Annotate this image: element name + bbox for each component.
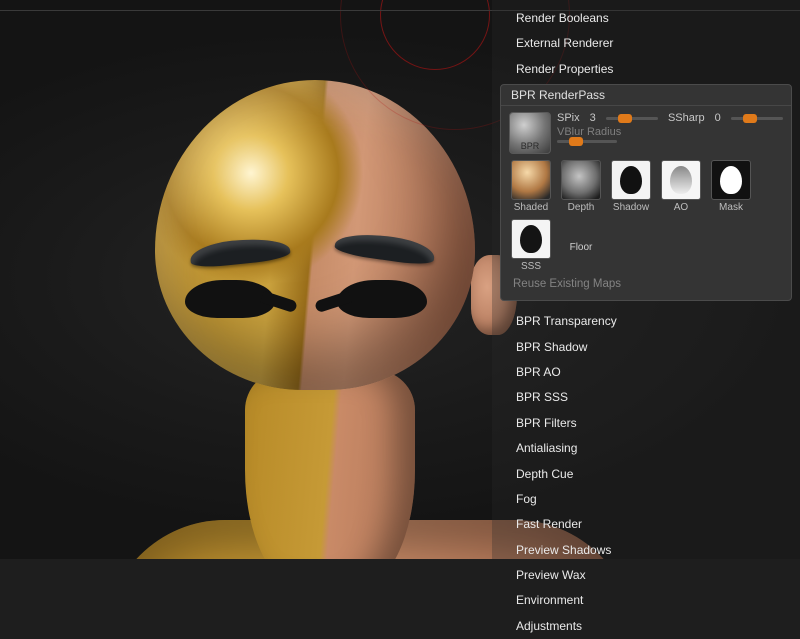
vblur-label: VBlur Radius	[557, 126, 621, 138]
pass-mask[interactable]: Mask	[709, 160, 753, 213]
menu-adjustments[interactable]: Adjustments	[492, 614, 800, 639]
pass-sss[interactable]: SSS	[509, 219, 553, 272]
menu-preview-wax[interactable]: Preview Wax	[492, 563, 800, 588]
shadow-thumb-icon	[611, 160, 651, 200]
ssharp-label: SSharp	[668, 112, 705, 124]
menu-bpr-ao[interactable]: BPR AO	[492, 360, 800, 385]
pass-label: Floor	[570, 242, 593, 253]
menu-depth-cue[interactable]: Depth Cue	[492, 462, 800, 487]
pass-shaded[interactable]: Shaded	[509, 160, 553, 213]
pass-label: Shadow	[613, 202, 649, 213]
spix-label: SPix	[557, 112, 580, 124]
menu-antialiasing[interactable]: Antialiasing	[492, 436, 800, 461]
menu-preview-shadows[interactable]: Preview Shadows	[492, 538, 800, 563]
ao-thumb-icon	[661, 160, 701, 200]
ssharp-slider[interactable]	[731, 117, 783, 120]
pass-ao[interactable]: AO	[659, 160, 703, 213]
bpr-renderpass-panel: BPR RenderPass BPR SPix 3 SSharp 0 VBlur…	[500, 84, 792, 301]
spix-slider[interactable]	[606, 117, 658, 120]
menu-bpr-filters[interactable]: BPR Filters	[492, 411, 800, 436]
bpr-render-button[interactable]: BPR	[509, 112, 551, 154]
pass-depth[interactable]: Depth	[559, 160, 603, 213]
menu-external-renderer[interactable]: External Renderer	[492, 31, 800, 56]
menu-render-booleans[interactable]: Render Booleans	[492, 6, 800, 31]
mask-thumb-icon	[711, 160, 751, 200]
pass-label: Depth	[568, 202, 595, 213]
spix-value: 3	[590, 112, 596, 124]
sss-thumb-icon	[511, 219, 551, 259]
pass-label: Shaded	[514, 202, 548, 213]
menu-render-properties[interactable]: Render Properties	[492, 57, 800, 82]
menu-bpr-shadow[interactable]: BPR Shadow	[492, 335, 800, 360]
menu-bpr-transparency[interactable]: BPR Transparency	[492, 309, 800, 334]
vblur-slider[interactable]	[557, 140, 617, 143]
pass-label: AO	[674, 202, 688, 213]
menu-bpr-sss[interactable]: BPR SSS	[492, 385, 800, 410]
bpr-button-label: BPR	[521, 141, 540, 151]
menu-environment[interactable]: Environment	[492, 588, 800, 613]
menu-fog[interactable]: Fog	[492, 487, 800, 512]
render-palette: Render Booleans External Renderer Render…	[492, 0, 800, 559]
depth-thumb-icon	[561, 160, 601, 200]
reuse-existing-maps[interactable]: Reuse Existing Maps	[501, 274, 791, 296]
pass-label: Mask	[719, 202, 743, 213]
subpanel-title[interactable]: BPR RenderPass	[501, 85, 791, 106]
pass-label: SSS	[521, 261, 541, 272]
shaded-thumb-icon	[511, 160, 551, 200]
ssharp-value: 0	[715, 112, 721, 124]
pass-shadow[interactable]: Shadow	[609, 160, 653, 213]
pass-floor[interactable]: Floor	[559, 219, 603, 261]
menu-fast-render[interactable]: Fast Render	[492, 512, 800, 537]
